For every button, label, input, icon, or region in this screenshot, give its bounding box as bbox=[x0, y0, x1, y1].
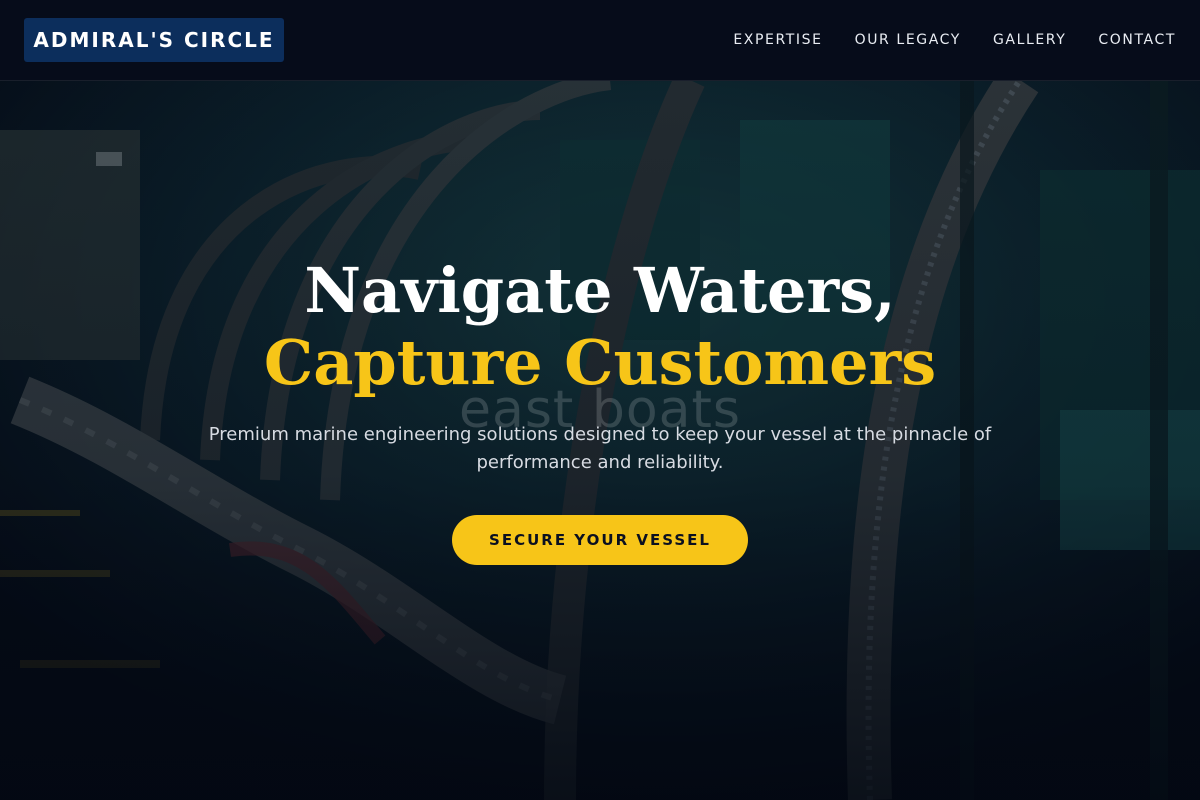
brand-logo[interactable]: ADMIRAL'S CIRCLE bbox=[24, 18, 284, 62]
hero-headline: Navigate Waters, Capture Customers bbox=[0, 255, 1200, 399]
nav-link-gallery[interactable]: GALLERY bbox=[993, 32, 1066, 48]
secure-your-vessel-button[interactable]: SECURE YOUR VESSEL bbox=[452, 515, 748, 565]
headline-line-2: Capture Customers bbox=[263, 326, 937, 399]
main-nav: EXPERTISE OUR LEGACY GALLERY CONTACT bbox=[701, 0, 1176, 80]
site-header: ADMIRAL'S CIRCLE EXPERTISE OUR LEGACY GA… bbox=[0, 0, 1200, 81]
nav-link-expertise[interactable]: EXPERTISE bbox=[733, 32, 822, 48]
headline-line-1: Navigate Waters, bbox=[304, 254, 896, 327]
landing-page: ADMIRAL'S CIRCLE EXPERTISE OUR LEGACY GA… bbox=[0, 0, 1200, 800]
hero-content: Navigate Waters, Capture Customers Premi… bbox=[0, 255, 1200, 565]
hero-section: east boats Navigate Waters, Capture Cust… bbox=[0, 80, 1200, 800]
nav-link-our-legacy[interactable]: OUR LEGACY bbox=[855, 32, 961, 48]
nav-link-contact[interactable]: CONTACT bbox=[1098, 32, 1176, 48]
hero-subtext: Premium marine engineering solutions des… bbox=[208, 424, 992, 473]
